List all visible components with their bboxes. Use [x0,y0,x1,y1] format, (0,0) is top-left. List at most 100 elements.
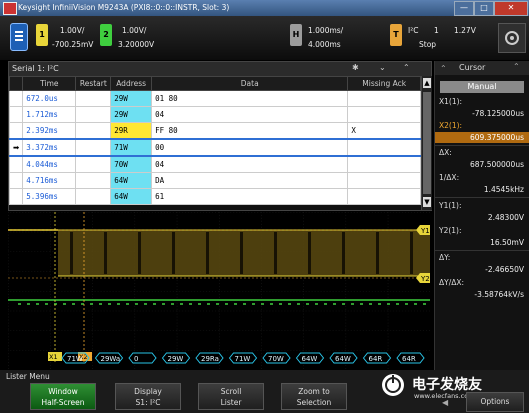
table-row-selected[interactable]: ➡ 3.372ms 71W 00 [8,138,421,157]
channel1-trace [8,229,430,277]
x2-value[interactable]: 609.375000us [444,133,524,142]
x1-marker: X1 [48,352,62,361]
decode-label: 29Wa [101,355,121,363]
lister-title: Serial 1: I²C [12,64,59,73]
button-line2: Selection [296,398,332,407]
trigger-level[interactable]: 1.27V [454,26,476,35]
maximize-button[interactable]: □ [474,1,494,16]
window-half-screen-button[interactable]: Window Half-Screen [30,383,96,410]
lister-scrollbar[interactable]: ▲ ▼ [421,76,432,210]
decode-label: 64R [369,355,383,363]
marker-column-header [8,76,24,91]
svg-text:X1: X1 [49,353,58,361]
up-arrow-icon[interactable]: ⌃ [440,64,447,73]
row-time: 5.396ms [22,188,77,205]
button-line2: Lister [220,398,242,407]
button-line1: Display [134,387,162,396]
row-time: 672.0us [22,90,77,107]
minimize-button[interactable]: — [454,1,474,16]
x1-value[interactable]: -78.125000us [444,109,524,118]
table-row[interactable]: 672.0us 29W 01 80 [8,90,421,107]
trigger-badge[interactable]: T [390,24,402,46]
row-missing-ack [347,106,421,123]
column-header-time[interactable]: Time [22,76,77,91]
watermark-logo-icon [382,374,404,396]
trigger-state: Stop [419,40,437,49]
table-row[interactable]: 4.044ms 70W 04 [8,155,421,173]
row-data: 00 [151,138,349,157]
button-line1: Scroll [220,387,242,396]
watermark-text: 电子发烧友 [412,377,482,393]
scroll-lister-button[interactable]: Scroll Lister [198,383,264,410]
x2-label: X2(1): [439,121,463,130]
row-marker [8,90,24,107]
dy-dx-label: ΔY/ΔX: [439,278,465,287]
zoom-to-selection-button[interactable]: Zoom to Selection [281,383,347,410]
settings-button[interactable] [498,23,526,53]
table-row[interactable]: 1.712ms 29W 04 [8,106,421,123]
cursor-mode-button[interactable]: Manual [440,81,524,93]
inverse-delta-x-value: 1.4545kHz [483,185,524,194]
back-arrow-icon[interactable]: ◀ [442,398,448,407]
row-data: DA [151,172,349,189]
column-header-data[interactable]: Data [151,76,349,91]
channel2-scale[interactable]: 1.00V/ [122,26,146,35]
table-row[interactable]: 2.392ms 29R FF 80 X [8,122,421,140]
row-data: FF 80 [151,122,349,140]
close-button[interactable]: ✕ [494,1,528,16]
app-icon [3,2,17,15]
list-icon [15,31,23,41]
menu-toggle-button[interactable] [10,23,28,51]
decode-label: 70W [268,355,284,363]
divider [435,250,529,251]
expand-up-icon[interactable]: ⌃ [403,63,410,72]
options-button[interactable]: Options [466,392,524,412]
row-address: 29W [110,90,153,107]
scroll-down-arrow-icon[interactable]: ▼ [423,197,431,207]
collapse-down-icon[interactable]: ⌄ [379,63,386,72]
table-row[interactable]: 5.396ms 64W 61 [8,188,421,205]
x1-label: X1(1): [439,97,463,106]
trigger-type[interactable]: I²C [408,26,418,35]
channel1-offset[interactable]: -700.25mV [52,40,93,49]
lister-table: Time Restart Address Data Missing Ack 67… [8,76,421,205]
horizontal-scale[interactable]: 1.000ms/ [308,26,343,35]
decode-label: 0 [134,355,138,363]
table-row[interactable]: 4.716ms 64W DA [8,172,421,189]
row-missing-ack [347,138,421,157]
scroll-up-arrow-icon[interactable]: ▲ [423,78,431,88]
row-address: 70W [110,155,153,173]
column-header-missing-ack[interactable]: Missing Ack [347,76,421,91]
horizontal-badge[interactable]: H [290,24,302,46]
lister-settings-gear-icon[interactable]: ✱ [352,63,359,72]
scroll-thumb[interactable] [423,92,431,194]
channel1-badge[interactable]: 1 [36,24,48,46]
row-restart [75,138,112,157]
delta-y-value: -2.46650V [485,265,524,274]
menu-title: Lister Menu [6,372,50,381]
horizontal-position[interactable]: 4.000ms [308,40,341,49]
gear-icon [505,31,519,45]
channel2-offset[interactable]: 3.20000V [118,40,154,49]
display-source-button[interactable]: Display S1: I²C [115,383,181,410]
column-header-address[interactable]: Address [110,76,153,91]
y1-value[interactable]: 2.48300V [444,213,524,222]
window-title: Keysight InfiniiVision M9243A (PXI8::0::… [18,3,230,12]
waveform-display[interactable]: Y1 Y2 X1 X2 71W 29Wa 0 29W 29Ra 71W 70W 64W 64W 6… [8,212,430,370]
channel2-badge[interactable]: 2 [100,24,112,46]
button-line2: S1: I²C [135,398,161,407]
serial-lister: Serial 1: I²C ✱ ⌄ ⌃ Time Restart Address… [8,61,432,211]
delta-y-label: ΔY: [439,253,451,262]
decode-label: 29W [168,355,184,363]
cursor-panel: ⌃ Cursor ⌃ Manual X1(1): -78.125000us X2… [434,61,529,370]
divider [435,145,529,146]
cursor-panel-header: ⌃ Cursor ⌃ [435,61,529,75]
chevron-up-icon[interactable]: ⌃ [513,62,520,71]
button-line1: Zoom to [298,387,330,396]
column-header-restart[interactable]: Restart [75,76,112,91]
y2-value[interactable]: 16.50mV [444,238,524,247]
row-address: 29R [110,122,153,140]
row-time: 3.372ms [22,138,77,157]
channel1-scale[interactable]: 1.00V/ [60,26,84,35]
row-marker [8,188,24,205]
